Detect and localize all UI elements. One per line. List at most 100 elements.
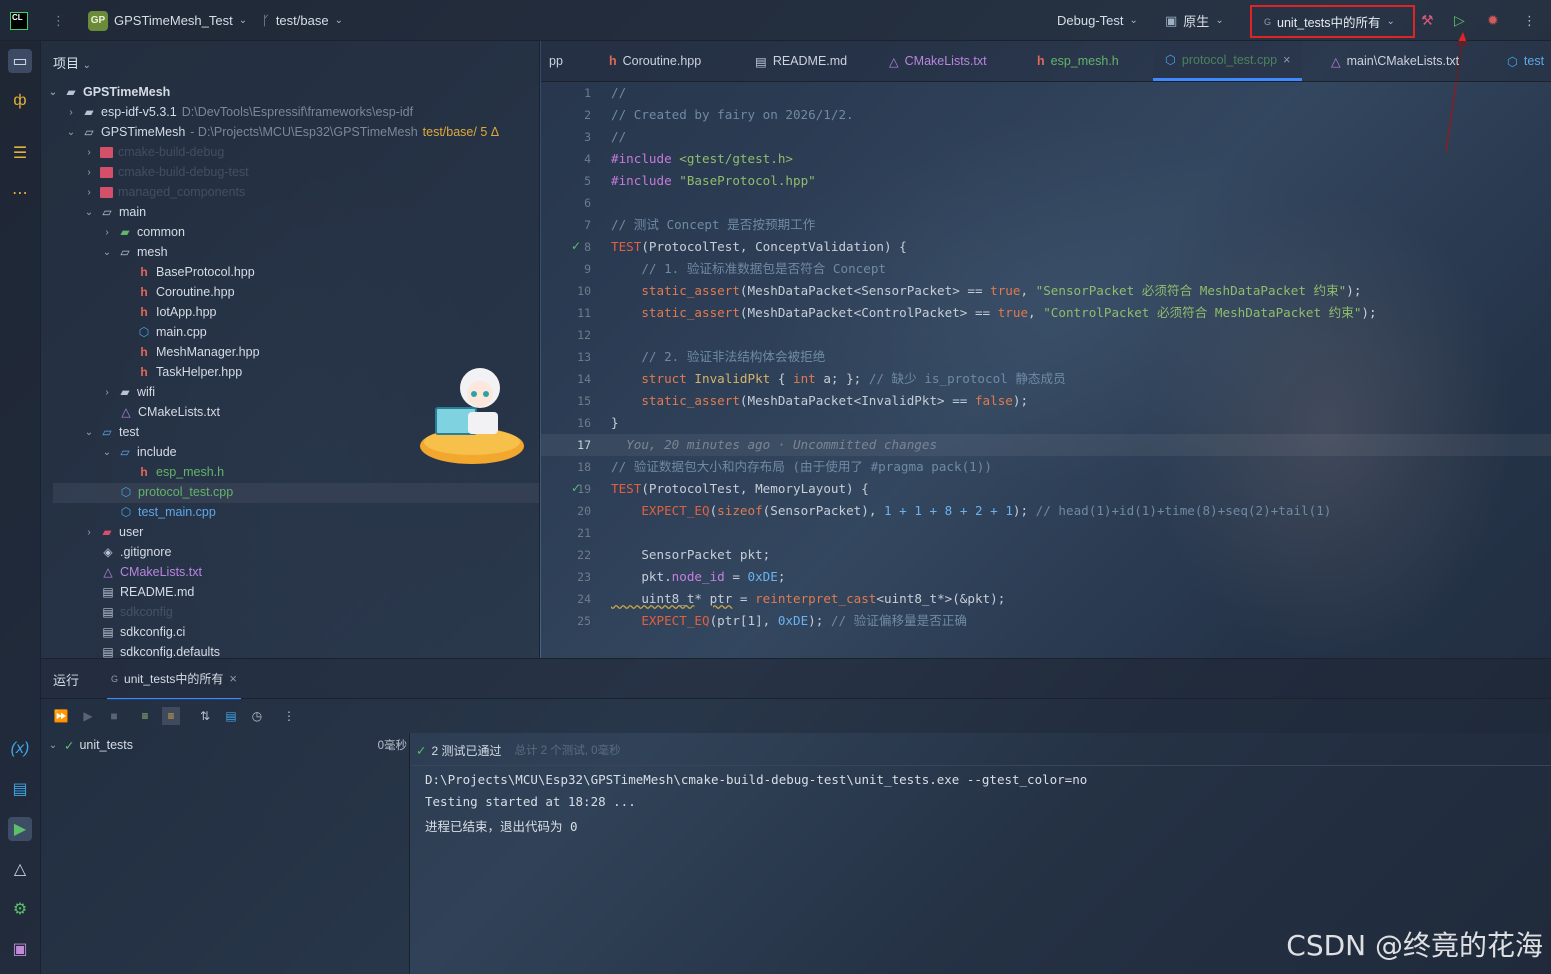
tree-item-build-debug-test[interactable]: › cmake-build-debug-test bbox=[83, 162, 248, 182]
tab-cmakelists[interactable]: △ CMakeLists.txt bbox=[889, 41, 987, 81]
tree-item-managed-components[interactable]: › managed_components bbox=[83, 182, 245, 202]
tree-item-file[interactable]: h BaseProtocol.hpp bbox=[137, 262, 255, 282]
run-config-tab-label: unit_tests中的所有 bbox=[124, 672, 224, 686]
chevron-down-icon: ⌄ bbox=[66, 126, 76, 138]
tree-item-label: managed_components bbox=[118, 185, 246, 199]
tree-item-mesh[interactable]: ⌄ ▱ mesh bbox=[101, 242, 168, 262]
test-tree-root[interactable]: ⌄ ✓ unit_tests 0毫秒 bbox=[47, 735, 407, 755]
rerun-failed-icon[interactable]: ▶ bbox=[79, 707, 97, 725]
structure-icon[interactable]: ☰ bbox=[8, 141, 32, 165]
import-tests-icon[interactable]: ▤ bbox=[222, 707, 240, 725]
tree-item-gpstimemesh[interactable]: ⌄ ▱ GPSTimeMesh - D:\Projects\MCU\Esp32\… bbox=[65, 122, 499, 142]
tree-item-file-selected[interactable]: ⬡ protocol_test.cpp bbox=[119, 482, 233, 502]
header-file-icon: h bbox=[140, 265, 148, 279]
tab-partial[interactable]: pp bbox=[549, 41, 563, 81]
line-number: 9 bbox=[584, 262, 591, 276]
tab-run-config[interactable]: G unit_tests中的所有 × bbox=[107, 659, 241, 700]
project-panel-header[interactable]: 项目 ⌄ bbox=[53, 53, 91, 72]
tree-item-file[interactable]: h Coroutine.hpp bbox=[137, 282, 234, 302]
project-switcher[interactable]: GP GPSTimeMesh_Test ⌄ bbox=[88, 0, 247, 41]
tree-item-file[interactable]: △ CMakeLists.txt bbox=[119, 402, 220, 422]
tree-item-file[interactable]: ▤ README.md bbox=[101, 582, 194, 602]
excluded-folder-icon bbox=[100, 186, 113, 198]
more-options-icon[interactable]: ⋮ bbox=[280, 707, 298, 725]
line-number: 10 bbox=[577, 284, 591, 298]
tree-item-file[interactable]: ▤ sdkconfig.ci bbox=[101, 622, 185, 642]
services-icon[interactable]: ⚙ bbox=[8, 897, 32, 921]
tree-item-label: BaseProtocol.hpp bbox=[156, 265, 255, 279]
tree-item-file[interactable]: h IotApp.hpp bbox=[137, 302, 216, 322]
tree-item-label: protocol_test.cpp bbox=[138, 485, 234, 499]
build-config-selector[interactable]: Debug-Test ⌄ bbox=[1057, 0, 1138, 41]
test-results-tree: ⌄ ✓ unit_tests 0毫秒 bbox=[41, 733, 410, 974]
line-number: 13 bbox=[577, 350, 591, 364]
show-passed-icon[interactable]: ≡ bbox=[136, 707, 154, 725]
build-hammer-icon[interactable]: ⚒ bbox=[1421, 0, 1434, 41]
tree-item-build-debug[interactable]: › cmake-build-debug bbox=[83, 142, 224, 162]
line-number: 4 bbox=[584, 152, 591, 166]
tree-item-label: sdkconfig bbox=[120, 605, 173, 619]
chevron-right-icon: › bbox=[87, 526, 91, 538]
close-icon[interactable]: × bbox=[1283, 53, 1290, 67]
show-ignored-icon[interactable]: ≡ bbox=[162, 707, 180, 725]
tree-item-file[interactable]: h TaskHelper.hpp bbox=[137, 362, 242, 382]
line-number: 23 bbox=[577, 570, 591, 584]
tree-item-include[interactable]: ⌄ ▱ include bbox=[101, 442, 177, 462]
tree-item-common[interactable]: › ▰ common bbox=[101, 222, 185, 242]
tree-item-file[interactable]: ▤ sdkconfig.defaults bbox=[101, 642, 220, 658]
tab-protocol-test[interactable]: ⬡ protocol_test.cpp × bbox=[1153, 41, 1303, 81]
tree-item-main[interactable]: ⌄ ▱ main bbox=[83, 202, 146, 222]
commit-icon[interactable]: ф bbox=[8, 89, 32, 113]
tree-item-file[interactable]: ▤ sdkconfig bbox=[101, 602, 173, 622]
tab-coroutine[interactable]: h Coroutine.hpp bbox=[609, 41, 701, 81]
tree-item-esp-idf[interactable]: › ▰ esp-idf-v5.3.1 D:\DevTools\Espressif… bbox=[65, 102, 413, 122]
tab-label: protocol_test.cpp bbox=[1181, 52, 1278, 67]
run-config-selector[interactable]: G unit_tests中的所有 ⌄ bbox=[1250, 5, 1415, 38]
tree-item-label: cmake-build-debug bbox=[118, 145, 225, 159]
sort-icon[interactable]: ⇅ bbox=[196, 707, 214, 725]
code-editor[interactable]: 1 2 3 4 5 6 7 8 9 10 11 12 13 14 15 16 17 18 19 20 21 22 23 24 2… bbox=[541, 82, 1551, 658]
tree-item-file[interactable]: h esp_mesh.h bbox=[137, 462, 224, 482]
tree-item-label: GPSTimeMesh bbox=[83, 85, 171, 99]
variables-icon[interactable]: (x) bbox=[8, 737, 32, 761]
app-logo[interactable]: CL bbox=[10, 0, 28, 41]
tree-item-user[interactable]: › ▰ user bbox=[83, 522, 143, 542]
test-passed-icon[interactable]: ✓ bbox=[571, 481, 581, 495]
history-icon[interactable]: ◷ bbox=[248, 707, 266, 725]
tree-item-test[interactable]: ⌄ ▱ test bbox=[83, 422, 139, 442]
code-line: static_assert(MeshDataPacket<SensorPacke… bbox=[611, 283, 1362, 298]
rerun-icon[interactable]: ⏩ bbox=[52, 707, 70, 725]
tree-item-file[interactable]: ⬡ main.cpp bbox=[137, 322, 207, 342]
cmake-tool-icon[interactable]: △ bbox=[8, 857, 32, 881]
line-number: 25 bbox=[577, 614, 591, 628]
more-actions-icon[interactable]: ⋮ bbox=[1523, 0, 1536, 41]
main-menu-icon[interactable]: ⋮ bbox=[52, 0, 65, 41]
tab-run[interactable]: 运行 bbox=[53, 659, 79, 700]
tree-item-file[interactable]: △ CMakeLists.txt bbox=[101, 562, 202, 582]
stop-icon[interactable]: ■ bbox=[105, 707, 123, 725]
tab-test[interactable]: ⬡ test bbox=[1507, 41, 1544, 81]
console-line: D:\Projects\MCU\Esp32\GPSTimeMesh\cmake-… bbox=[425, 772, 1088, 787]
tree-item-file[interactable]: ⬡ test_main.cpp bbox=[119, 502, 216, 522]
tree-item-root[interactable]: ⌄ ▰ GPSTimeMesh bbox=[47, 82, 171, 102]
tree-item-label: .gitignore bbox=[120, 545, 172, 559]
tree-item-wifi[interactable]: › ▰ wifi bbox=[101, 382, 155, 402]
run-tool-icon[interactable]: ▶ bbox=[8, 817, 32, 841]
tab-main-cmakelists[interactable]: △ main\CMakeLists.txt bbox=[1331, 41, 1459, 81]
project-view-icon[interactable]: ▭ bbox=[8, 49, 32, 73]
close-icon[interactable]: × bbox=[229, 671, 237, 686]
test-passed-icon[interactable]: ✓ bbox=[571, 239, 581, 253]
more-tools-icon[interactable]: ⋯ bbox=[8, 181, 32, 205]
branch-switcher[interactable]: ᚴ test/base ⌄ bbox=[262, 0, 343, 41]
tree-item-file[interactable]: ◈ .gitignore bbox=[101, 542, 171, 562]
chevron-down-icon: ⌄ bbox=[238, 15, 248, 26]
tree-item-file[interactable]: h MeshManager.hpp bbox=[137, 342, 259, 362]
toolchain-selector[interactable]: ▣ 原生 ⌄ bbox=[1165, 0, 1224, 41]
tab-readme[interactable]: ▤ README.md bbox=[755, 41, 847, 81]
tab-esp-mesh[interactable]: h esp_mesh.h bbox=[1037, 41, 1119, 81]
debug-button[interactable]: ✹ bbox=[1487, 0, 1499, 41]
messages-icon[interactable]: ▤ bbox=[8, 777, 32, 801]
terminal-icon[interactable]: ▣ bbox=[8, 937, 32, 961]
chevron-down-icon: ⌄ bbox=[102, 246, 112, 258]
line-number: 14 bbox=[577, 372, 591, 386]
